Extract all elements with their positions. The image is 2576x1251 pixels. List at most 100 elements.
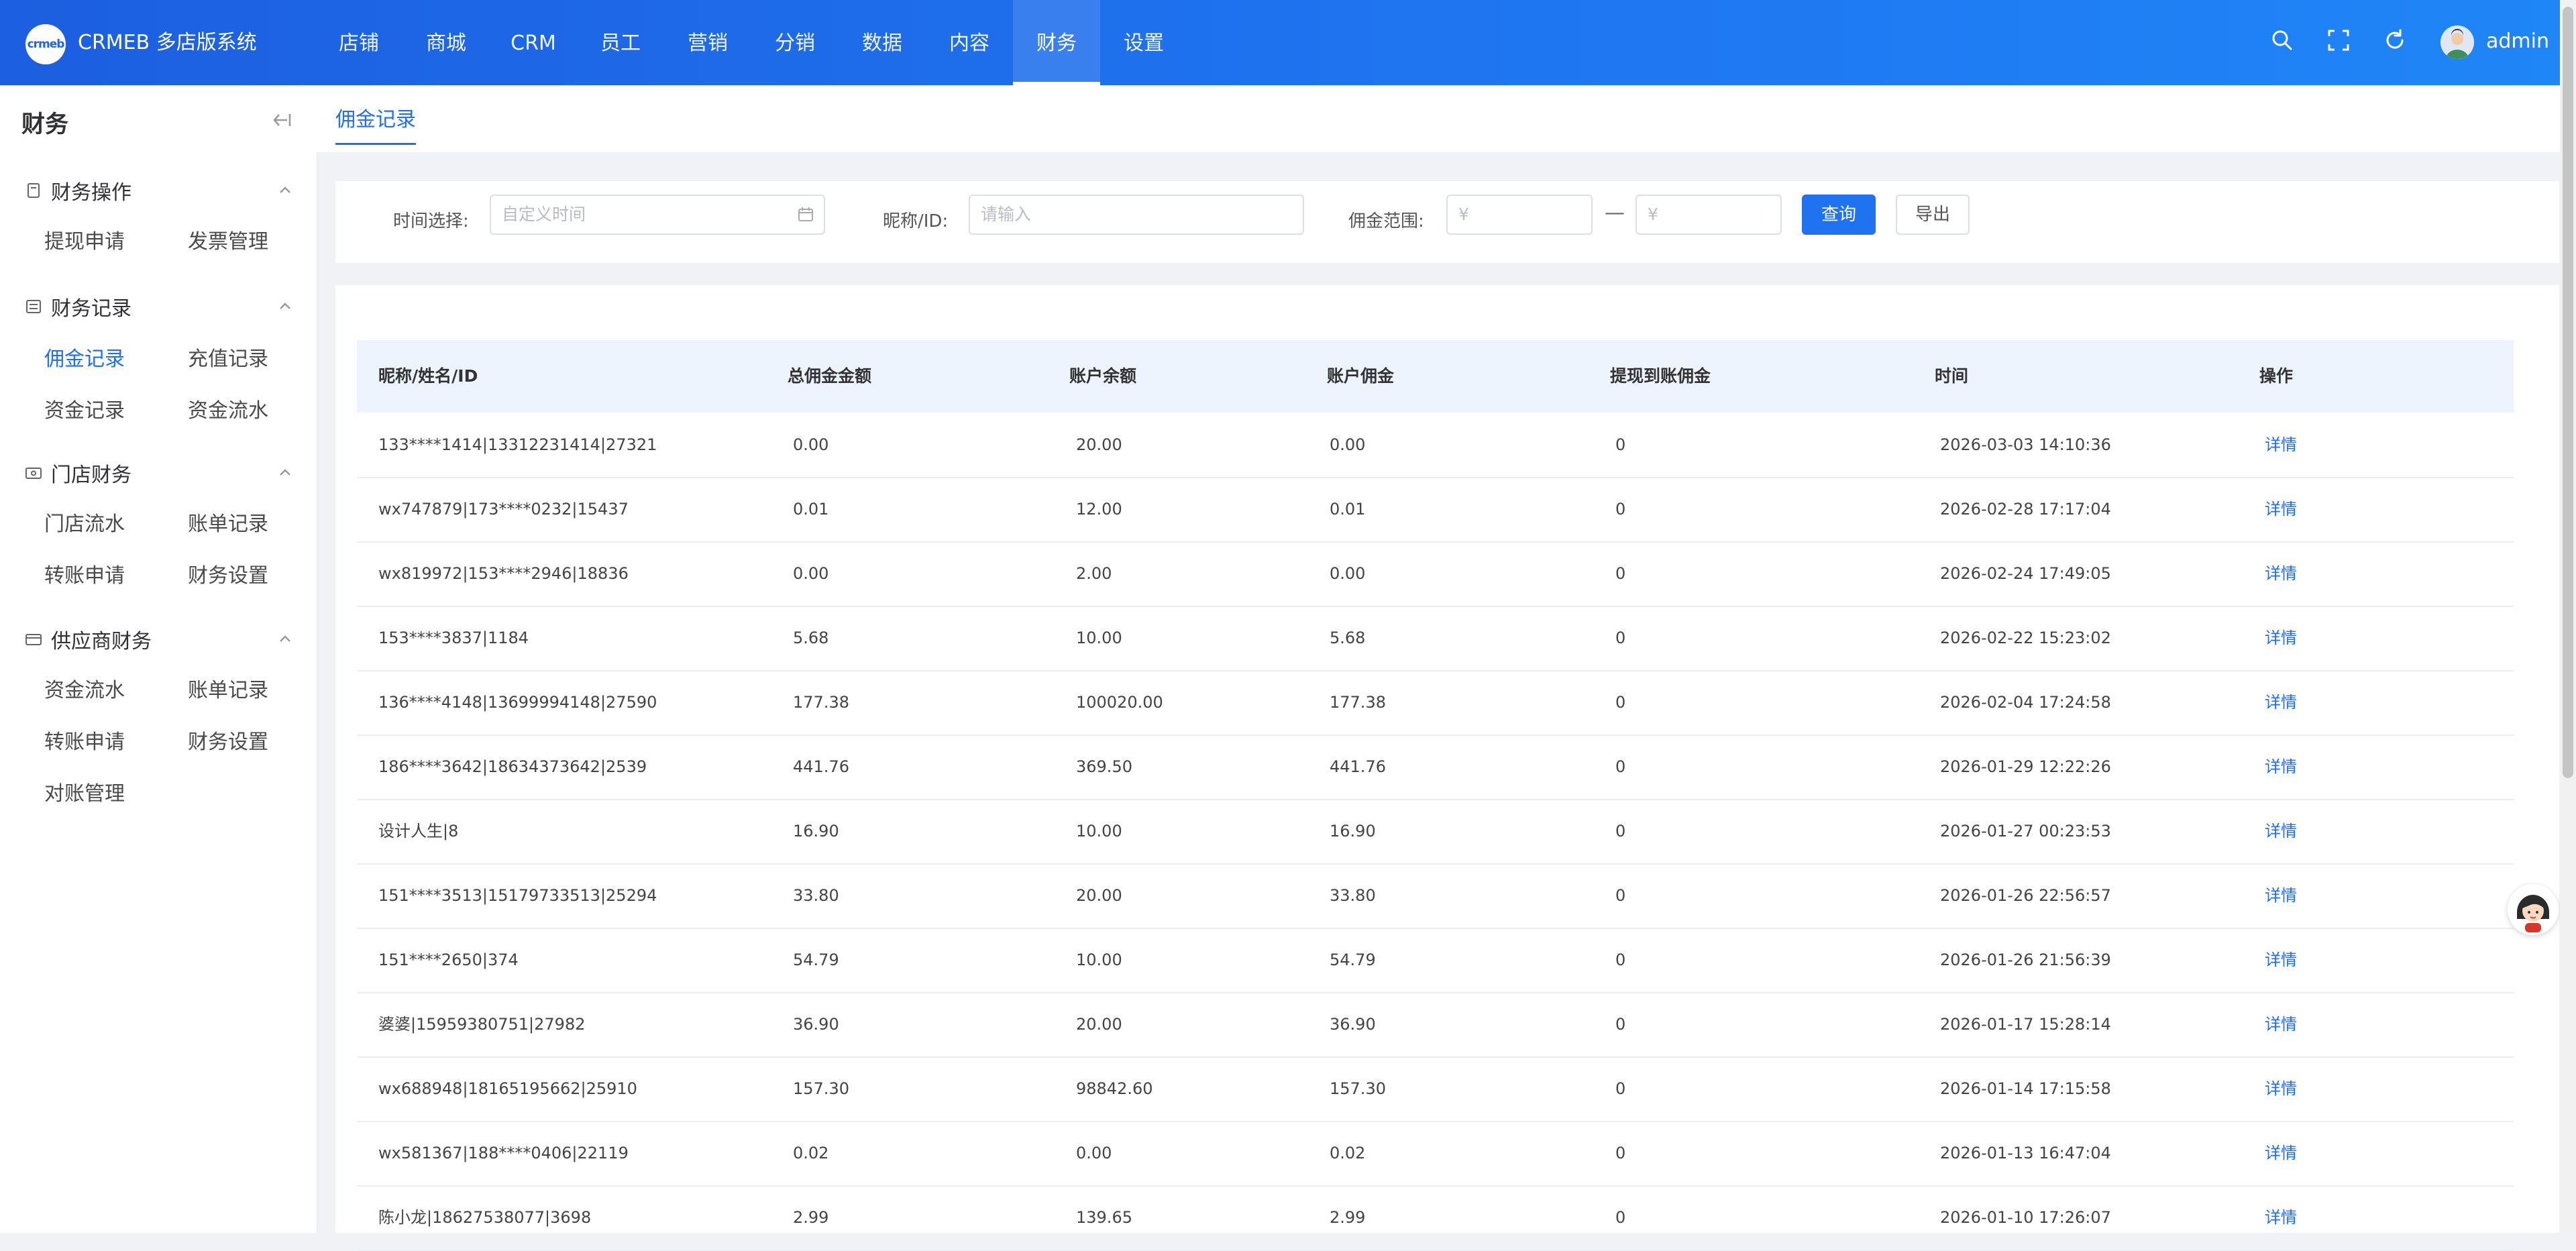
cell-withdrawn-commission: 0 [1615, 500, 1626, 519]
detail-link[interactable]: 详情 [2265, 992, 2297, 1056]
user-name[interactable]: admin [2486, 27, 2549, 56]
scrollbar-thumb[interactable] [2563, 7, 2573, 778]
min-placeholder: ¥ [1458, 205, 1469, 224]
sidebar-item-supplier-bill-records[interactable]: 账单记录 [188, 676, 268, 706]
table-row: 设计人生|8 16.90 10.00 16.90 0 2026-01-27 00:23:5… [357, 799, 2514, 865]
chevron-up-icon[interactable] [276, 464, 294, 482]
sidebar-item-supplier-fund-flow[interactable]: 资金流水 [44, 676, 125, 706]
page-scrollbar[interactable] [2560, 0, 2576, 1233]
detail-link[interactable]: 详情 [2265, 413, 2297, 477]
cell-account-balance: 2.00 [1076, 564, 1112, 583]
header-action: 操作 [2259, 366, 2294, 386]
sidebar-group-store-finance[interactable]: 门店财务 [24, 456, 131, 490]
table-row: 151****3513|15179733513|25294 33.80 20.00 3… [357, 863, 2514, 929]
cell-account-commission: 16.90 [1330, 822, 1376, 840]
detail-link[interactable]: 详情 [2265, 735, 2297, 799]
chevron-up-icon[interactable] [276, 298, 294, 315]
nickname-id-label: 昵称/ID: [883, 211, 949, 231]
cell-account-balance: 20.00 [1076, 1015, 1122, 1034]
detail-link[interactable]: 详情 [2265, 863, 2297, 928]
collapse-sidebar-icon[interactable] [270, 108, 294, 132]
detail-link[interactable]: 详情 [2265, 477, 2297, 541]
commission-min-input[interactable]: ¥ [1446, 195, 1593, 235]
query-button[interactable]: 查询 [1802, 195, 1876, 235]
sidebar-group-finance-operation[interactable]: 财务操作 [24, 174, 131, 207]
cell-nickname: 陈小龙|18627538077|3698 [378, 1208, 592, 1227]
cell-account-commission: 2.99 [1330, 1208, 1366, 1227]
cell-time: 2026-01-27 00:23:53 [1940, 822, 2111, 840]
cell-account-commission: 177.38 [1330, 693, 1386, 712]
sidebar-item-invoice-management[interactable]: 发票管理 [188, 227, 268, 257]
refresh-icon[interactable] [2381, 27, 2408, 54]
detail-link[interactable]: 详情 [2265, 606, 2297, 670]
sidebar-group-supplier-finance[interactable]: 供应商财务 [24, 622, 152, 656]
cell-time: 2026-01-29 12:22:26 [1940, 757, 2111, 776]
cell-time: 2026-01-26 21:56:39 [1940, 950, 2111, 969]
detail-link[interactable]: 详情 [2265, 1121, 2297, 1185]
detail-link[interactable]: 详情 [2265, 799, 2297, 863]
header-total-commission: 总佣金金额 [788, 366, 872, 386]
sidebar-group-finance-records[interactable]: 财务记录 [24, 290, 131, 323]
chevron-up-icon[interactable] [276, 631, 294, 648]
commission-max-input[interactable]: ¥ [1635, 195, 1782, 235]
chevron-up-icon[interactable] [276, 182, 294, 199]
cell-account-commission: 5.68 [1330, 629, 1366, 647]
nav-item-staff[interactable]: 员工 [577, 0, 664, 85]
nav-item-crm[interactable]: CRM [490, 0, 577, 85]
cell-time: 2026-01-26 22:56:57 [1940, 886, 2111, 905]
cell-time: 2026-02-22 15:23:02 [1940, 629, 2111, 647]
cell-total-commission: 177.38 [793, 693, 849, 712]
sidebar-item-supplier-finance-settings[interactable]: 财务设置 [188, 728, 268, 757]
sidebar-item-fund-records[interactable]: 资金记录 [44, 396, 125, 426]
cell-account-commission: 441.76 [1330, 757, 1386, 776]
sidebar-item-bill-records[interactable]: 账单记录 [188, 510, 268, 539]
sidebar-item-store-flow[interactable]: 门店流水 [44, 510, 125, 539]
search-icon[interactable] [2269, 27, 2296, 54]
fullscreen-icon[interactable] [2325, 27, 2352, 54]
max-placeholder: ¥ [1648, 205, 1658, 224]
cell-time: 2026-01-10 17:26:07 [1940, 1208, 2111, 1227]
detail-link[interactable]: 详情 [2265, 928, 2297, 992]
customer-service-avatar[interactable] [2508, 884, 2559, 935]
cell-withdrawn-commission: 0 [1615, 629, 1626, 647]
export-button[interactable]: 导出 [1896, 195, 1970, 235]
sidebar-item-reconciliation-management[interactable]: 对账管理 [44, 779, 125, 809]
sidebar-item-finance-settings[interactable]: 财务设置 [188, 561, 268, 591]
sidebar-item-transfer-application[interactable]: 转账申请 [44, 561, 125, 591]
nav-item-store[interactable]: 店铺 [315, 0, 402, 85]
cell-total-commission: 33.80 [793, 886, 839, 905]
detail-link[interactable]: 详情 [2265, 1056, 2297, 1121]
time-range-input[interactable]: 自定义时间 [490, 195, 825, 235]
table-row: 153****3837|1184 5.68 10.00 5.68 0 2026-02-22… [357, 606, 2514, 671]
nav-item-mall[interactable]: 商城 [402, 0, 490, 85]
detail-link[interactable]: 详情 [2265, 541, 2297, 606]
sidebar: 财务 财务操作 提现申请 发票管理 财务记录 佣金记录 充值记录 资金记录 资金… [0, 85, 317, 1233]
detail-link[interactable]: 详情 [2265, 1185, 2297, 1250]
sidebar-item-supplier-transfer-application[interactable]: 转账申请 [44, 728, 125, 757]
sidebar-item-recharge-records[interactable]: 充值记录 [188, 345, 268, 374]
cell-account-balance: 12.00 [1076, 500, 1122, 519]
tab-commission-records[interactable]: 佣金记录 [335, 103, 416, 145]
table-row: 186****3642|18634373642|2539 441.76 369.50… [357, 735, 2514, 800]
cell-withdrawn-commission: 0 [1615, 950, 1626, 969]
sidebar-item-commission-records[interactable]: 佣金记录 [44, 345, 125, 374]
commission-table-card: 昵称/姓名/ID 总佣金金额 账户余额 账户佣金 提现到账佣金 时间 操作 13… [335, 285, 2559, 1251]
cell-account-commission: 0.02 [1330, 1144, 1366, 1162]
cell-nickname: wx747879|173****0232|15437 [378, 500, 629, 519]
nav-item-data[interactable]: 数据 [839, 0, 926, 85]
nav-item-marketing[interactable]: 营销 [664, 0, 751, 85]
cell-account-balance: 20.00 [1076, 886, 1122, 905]
nav-item-finance[interactable]: 财务 [1013, 0, 1100, 85]
nickname-id-input[interactable]: 请输入 [969, 195, 1304, 235]
sidebar-item-fund-flow[interactable]: 资金流水 [188, 396, 268, 426]
nav-item-settings[interactable]: 设置 [1100, 0, 1187, 85]
user-avatar[interactable] [2440, 25, 2474, 59]
crmeb-logo-icon[interactable]: crmeb [25, 24, 66, 64]
nav-item-distribution[interactable]: 分销 [751, 0, 839, 85]
sidebar-item-withdraw-application[interactable]: 提现申请 [44, 227, 125, 257]
nav-item-content[interactable]: 内容 [926, 0, 1013, 85]
cell-withdrawn-commission: 0 [1615, 1079, 1626, 1098]
header-time: 时间 [1935, 366, 1969, 386]
detail-link[interactable]: 详情 [2265, 670, 2297, 735]
cell-nickname: wx819972|153****2946|18836 [378, 564, 629, 583]
